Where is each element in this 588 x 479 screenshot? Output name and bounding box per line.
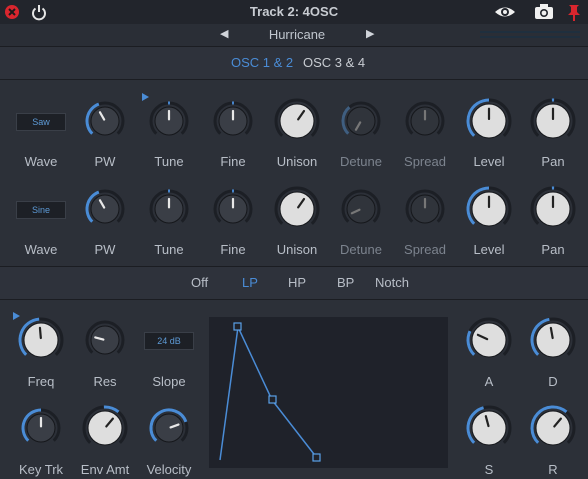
freq-knob[interactable]	[16, 315, 66, 365]
pan-knob-1[interactable]	[528, 96, 578, 146]
preset-name[interactable]: Hurricane	[236, 27, 358, 42]
pin-icon[interactable]	[564, 2, 584, 22]
unison-knob-1[interactable]	[272, 96, 322, 146]
tune-knob-2[interactable]	[147, 187, 191, 231]
filter-type-notch[interactable]: Notch	[375, 275, 409, 290]
level-knob-2[interactable]	[464, 184, 514, 234]
preset-bar: ◀ Hurricane ▶	[0, 24, 588, 47]
label-pan-1: Pan	[541, 154, 565, 169]
title-bar: Track 2: 4OSC	[0, 0, 588, 24]
velocity-knob[interactable]	[147, 406, 191, 450]
filter-type-off[interactable]: Off	[191, 275, 208, 290]
envelope-curve	[219, 324, 318, 461]
detune-knob-2[interactable]	[339, 187, 383, 231]
detune-knob-1[interactable]	[339, 99, 383, 143]
label-pan-2: Pan	[541, 242, 565, 257]
release-handle[interactable]	[312, 453, 321, 462]
env-amt-knob[interactable]	[80, 403, 130, 453]
spread-knob-1[interactable]	[403, 99, 447, 143]
label-velocity: Velocity	[146, 462, 192, 477]
filter-type-bp[interactable]: BP	[337, 275, 354, 290]
wave-selector-1[interactable]: Saw	[16, 113, 66, 131]
label-release: R	[548, 462, 558, 477]
filter-type-hp[interactable]: HP	[288, 275, 306, 290]
label-slope: Slope	[152, 374, 186, 389]
spread-knob-2[interactable]	[403, 187, 447, 231]
label-decay: D	[548, 374, 558, 389]
pw-knob-2[interactable]	[83, 187, 127, 231]
sustain-knob[interactable]	[464, 403, 514, 453]
preset-next-icon[interactable]: ▶	[366, 27, 374, 40]
envelope-graph[interactable]	[209, 317, 448, 468]
slope-selector[interactable]: 24 dB	[144, 332, 194, 350]
tab-osc-3-4[interactable]: OSC 3 & 4	[303, 55, 365, 70]
eye-icon[interactable]	[494, 2, 516, 22]
camera-icon[interactable]	[534, 2, 554, 22]
fine-knob-1[interactable]	[211, 99, 255, 143]
level-knob-1[interactable]	[464, 96, 514, 146]
attack-handle[interactable]	[233, 322, 242, 331]
preset-prev-icon[interactable]: ◀	[220, 27, 228, 40]
tune-knob-1[interactable]	[147, 99, 191, 143]
pw-knob-1[interactable]	[83, 99, 127, 143]
fine-knob-2[interactable]	[211, 187, 255, 231]
decay-knob[interactable]	[528, 315, 578, 365]
key-trk-knob[interactable]	[19, 406, 63, 450]
level-meter	[480, 31, 580, 38]
wave-selector-2[interactable]: Sine	[16, 201, 66, 219]
osc-tab-bar: OSC 1 & 2 OSC 3 & 4	[0, 47, 588, 80]
res-knob[interactable]	[83, 318, 127, 362]
tab-osc-1-2[interactable]: OSC 1 & 2	[231, 55, 293, 70]
attack-knob[interactable]	[464, 315, 514, 365]
decay-handle[interactable]	[268, 395, 277, 404]
unison-knob-2[interactable]	[272, 184, 322, 234]
pan-knob-2[interactable]	[528, 184, 578, 234]
filter-type-lp[interactable]: LP	[242, 275, 258, 290]
release-knob[interactable]	[528, 403, 578, 453]
